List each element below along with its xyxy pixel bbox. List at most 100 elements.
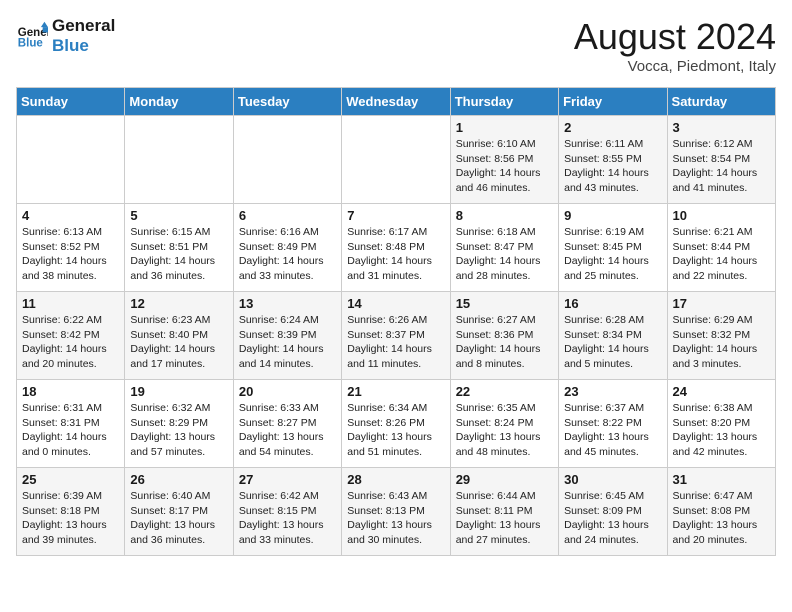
cell-content: Sunrise: 6:39 AM Sunset: 8:18 PM Dayligh… bbox=[22, 489, 119, 548]
day-number: 13 bbox=[239, 296, 336, 311]
cell-content: Sunrise: 6:33 AM Sunset: 8:27 PM Dayligh… bbox=[239, 401, 336, 460]
calendar-cell: 2 Sunrise: 6:11 AM Sunset: 8:55 PM Daylig… bbox=[559, 116, 667, 204]
calendar-cell: 23 Sunrise: 6:37 AM Sunset: 8:22 PM Dayli… bbox=[559, 380, 667, 468]
day-number: 2 bbox=[564, 120, 661, 135]
logo-blue: Blue bbox=[52, 36, 115, 56]
day-number: 24 bbox=[673, 384, 770, 399]
calendar-cell: 3 Sunrise: 6:12 AM Sunset: 8:54 PM Daylig… bbox=[667, 116, 775, 204]
day-number: 30 bbox=[564, 472, 661, 487]
cell-content: Sunrise: 6:21 AM Sunset: 8:44 PM Dayligh… bbox=[673, 225, 770, 284]
calendar-cell: 16 Sunrise: 6:28 AM Sunset: 8:34 PM Dayli… bbox=[559, 292, 667, 380]
calendar-cell: 21 Sunrise: 6:34 AM Sunset: 8:26 PM Dayli… bbox=[342, 380, 450, 468]
cell-content: Sunrise: 6:45 AM Sunset: 8:09 PM Dayligh… bbox=[564, 489, 661, 548]
calendar-cell: 17 Sunrise: 6:29 AM Sunset: 8:32 PM Dayli… bbox=[667, 292, 775, 380]
calendar-cell bbox=[342, 116, 450, 204]
day-number: 31 bbox=[673, 472, 770, 487]
calendar-cell: 19Sunrise: 6:32 AM Sunset: 8:29 PM Dayli… bbox=[125, 380, 233, 468]
calendar-cell: 5Sunrise: 6:15 AM Sunset: 8:51 PM Daylig… bbox=[125, 204, 233, 292]
cell-content: Sunrise: 6:22 AM Sunset: 8:42 PM Dayligh… bbox=[22, 313, 119, 372]
page-header: General Blue General Blue August 2024 Vo… bbox=[16, 16, 776, 75]
calendar-cell bbox=[125, 116, 233, 204]
calendar-cell: 15 Sunrise: 6:27 AM Sunset: 8:36 PM Dayli… bbox=[450, 292, 558, 380]
day-number: 19 bbox=[130, 384, 227, 399]
day-number: 15 bbox=[456, 296, 553, 311]
calendar-cell: 10 Sunrise: 6:21 AM Sunset: 8:44 PM Dayli… bbox=[667, 204, 775, 292]
day-number: 12 bbox=[130, 296, 227, 311]
cell-content: Sunrise: 6:23 AM Sunset: 8:40 PM Dayligh… bbox=[130, 313, 227, 372]
calendar-cell: 27 Sunrise: 6:42 AM Sunset: 8:15 PM Dayli… bbox=[233, 468, 341, 556]
calendar-cell: 12 Sunrise: 6:23 AM Sunset: 8:40 PM Dayli… bbox=[125, 292, 233, 380]
cell-content: Sunrise: 6:13 AM Sunset: 8:52 PM Dayligh… bbox=[22, 225, 119, 284]
day-header-saturday: Saturday bbox=[667, 88, 775, 116]
cell-content: Sunrise: 6:47 AM Sunset: 8:08 PM Dayligh… bbox=[673, 489, 770, 548]
day-number: 14 bbox=[347, 296, 444, 311]
day-number: 10 bbox=[673, 208, 770, 223]
day-number: 3 bbox=[673, 120, 770, 135]
title-block: August 2024 Vocca, Piedmont, Italy bbox=[574, 16, 776, 75]
day-number: 16 bbox=[564, 296, 661, 311]
cell-content: Sunrise: 6:11 AM Sunset: 8:55 PM Dayligh… bbox=[564, 137, 661, 196]
day-header-thursday: Thursday bbox=[450, 88, 558, 116]
cell-content: Sunrise: 6:43 AM Sunset: 8:13 PM Dayligh… bbox=[347, 489, 444, 548]
calendar-cell: 31 Sunrise: 6:47 AM Sunset: 8:08 PM Dayli… bbox=[667, 468, 775, 556]
day-number: 11 bbox=[22, 296, 119, 311]
logo-general: General bbox=[52, 16, 115, 36]
cell-content: Sunrise: 6:34 AM Sunset: 8:26 PM Dayligh… bbox=[347, 401, 444, 460]
calendar-cell: 9Sunrise: 6:19 AM Sunset: 8:45 PM Daylig… bbox=[559, 204, 667, 292]
cell-content: Sunrise: 6:26 AM Sunset: 8:37 PM Dayligh… bbox=[347, 313, 444, 372]
day-number: 29 bbox=[456, 472, 553, 487]
calendar-week-3: 11 Sunrise: 6:22 AM Sunset: 8:42 PM Dayli… bbox=[17, 292, 776, 380]
calendar-cell: 26 Sunrise: 6:40 AM Sunset: 8:17 PM Dayli… bbox=[125, 468, 233, 556]
day-number: 1 bbox=[456, 120, 553, 135]
day-number: 26 bbox=[130, 472, 227, 487]
cell-content: Sunrise: 6:18 AM Sunset: 8:47 PM Dayligh… bbox=[456, 225, 553, 284]
day-header-wednesday: Wednesday bbox=[342, 88, 450, 116]
day-header-sunday: Sunday bbox=[17, 88, 125, 116]
day-header-friday: Friday bbox=[559, 88, 667, 116]
cell-content: Sunrise: 6:37 AM Sunset: 8:22 PM Dayligh… bbox=[564, 401, 661, 460]
calendar-cell: 7Sunrise: 6:17 AM Sunset: 8:48 PM Daylig… bbox=[342, 204, 450, 292]
calendar-cell bbox=[17, 116, 125, 204]
cell-content: Sunrise: 6:12 AM Sunset: 8:54 PM Dayligh… bbox=[673, 137, 770, 196]
day-number: 22 bbox=[456, 384, 553, 399]
cell-content: Sunrise: 6:38 AM Sunset: 8:20 PM Dayligh… bbox=[673, 401, 770, 460]
location: Vocca, Piedmont, Italy bbox=[574, 58, 776, 75]
calendar-cell bbox=[233, 116, 341, 204]
calendar-cell: 8Sunrise: 6:18 AM Sunset: 8:47 PM Daylig… bbox=[450, 204, 558, 292]
calendar-cell: 6Sunrise: 6:16 AM Sunset: 8:49 PM Daylig… bbox=[233, 204, 341, 292]
cell-content: Sunrise: 6:28 AM Sunset: 8:34 PM Dayligh… bbox=[564, 313, 661, 372]
cell-content: Sunrise: 6:10 AM Sunset: 8:56 PM Dayligh… bbox=[456, 137, 553, 196]
calendar-cell: 11 Sunrise: 6:22 AM Sunset: 8:42 PM Dayli… bbox=[17, 292, 125, 380]
calendar-cell: 13 Sunrise: 6:24 AM Sunset: 8:39 PM Dayli… bbox=[233, 292, 341, 380]
cell-content: Sunrise: 6:24 AM Sunset: 8:39 PM Dayligh… bbox=[239, 313, 336, 372]
cell-content: Sunrise: 6:27 AM Sunset: 8:36 PM Dayligh… bbox=[456, 313, 553, 372]
cell-content: Sunrise: 6:40 AM Sunset: 8:17 PM Dayligh… bbox=[130, 489, 227, 548]
calendar-cell: 4 Sunrise: 6:13 AM Sunset: 8:52 PM Daylig… bbox=[17, 204, 125, 292]
cell-content: Sunrise: 6:31 AM Sunset: 8:31 PM Dayligh… bbox=[22, 401, 119, 460]
day-number: 17 bbox=[673, 296, 770, 311]
svg-text:Blue: Blue bbox=[18, 37, 44, 49]
cell-content: Sunrise: 6:35 AM Sunset: 8:24 PM Dayligh… bbox=[456, 401, 553, 460]
calendar-cell: 24 Sunrise: 6:38 AM Sunset: 8:20 PM Dayli… bbox=[667, 380, 775, 468]
day-number: 4 bbox=[22, 208, 119, 223]
cell-content: Sunrise: 6:42 AM Sunset: 8:15 PM Dayligh… bbox=[239, 489, 336, 548]
day-number: 21 bbox=[347, 384, 444, 399]
cell-content: Sunrise: 6:16 AM Sunset: 8:49 PM Dayligh… bbox=[239, 225, 336, 284]
month-title: August 2024 bbox=[574, 16, 776, 58]
day-number: 25 bbox=[22, 472, 119, 487]
calendar-cell: 22 Sunrise: 6:35 AM Sunset: 8:24 PM Dayli… bbox=[450, 380, 558, 468]
cell-content: Sunrise: 6:29 AM Sunset: 8:32 PM Dayligh… bbox=[673, 313, 770, 372]
cell-content: Sunrise: 6:19 AM Sunset: 8:45 PM Dayligh… bbox=[564, 225, 661, 284]
calendar-header: SundayMondayTuesdayWednesdayThursdayFrid… bbox=[17, 88, 776, 116]
day-number: 28 bbox=[347, 472, 444, 487]
cell-content: Sunrise: 6:17 AM Sunset: 8:48 PM Dayligh… bbox=[347, 225, 444, 284]
day-number: 27 bbox=[239, 472, 336, 487]
day-number: 23 bbox=[564, 384, 661, 399]
calendar-cell: 1 Sunrise: 6:10 AM Sunset: 8:56 PM Daylig… bbox=[450, 116, 558, 204]
day-number: 20 bbox=[239, 384, 336, 399]
calendar-week-5: 25 Sunrise: 6:39 AM Sunset: 8:18 PM Dayli… bbox=[17, 468, 776, 556]
cell-content: Sunrise: 6:44 AM Sunset: 8:11 PM Dayligh… bbox=[456, 489, 553, 548]
day-number: 5 bbox=[130, 208, 227, 223]
calendar-cell: 20 Sunrise: 6:33 AM Sunset: 8:27 PM Dayli… bbox=[233, 380, 341, 468]
calendar-cell: 28 Sunrise: 6:43 AM Sunset: 8:13 PM Dayli… bbox=[342, 468, 450, 556]
